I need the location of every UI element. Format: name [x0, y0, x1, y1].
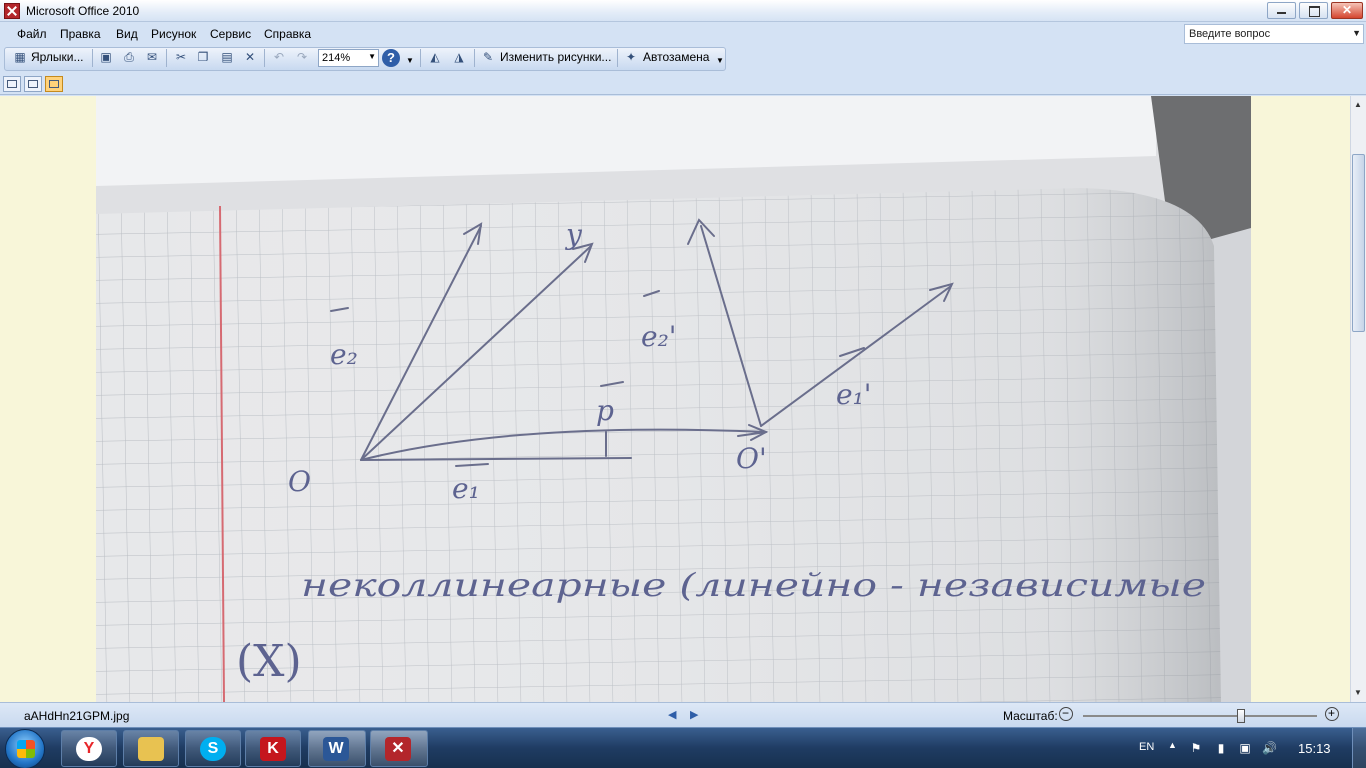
- photo-label-y: y: [564, 218, 583, 251]
- menu-edit[interactable]: Правка: [60, 27, 101, 41]
- next-picture-icon[interactable]: ▶: [690, 708, 698, 721]
- redo-icon[interactable]: ↷: [294, 50, 310, 66]
- taskbar-yandex-browser[interactable]: Y: [61, 730, 117, 767]
- show-hidden-icons-icon[interactable]: ▲: [1168, 740, 1177, 750]
- file-name: aAHdHn21GPM.jpg: [24, 709, 130, 723]
- rotate-left-icon[interactable]: ◭: [427, 50, 443, 66]
- menu-help[interactable]: Справка: [264, 27, 311, 41]
- taskbar-picture-manager[interactable]: ✕: [370, 730, 428, 767]
- office-app-icon[interactable]: [4, 3, 20, 19]
- zoom-out-icon[interactable]: [1059, 706, 1073, 721]
- scroll-down-icon[interactable]: ▼: [1354, 688, 1362, 697]
- zoom-slider-thumb[interactable]: [1237, 709, 1245, 723]
- menu-tools[interactable]: Сервис: [210, 27, 251, 41]
- windows-logo-icon: [17, 740, 35, 758]
- menu-picture[interactable]: Рисунок: [151, 27, 196, 41]
- taskbar-explorer[interactable]: [123, 730, 179, 767]
- toolbar-separator: [617, 49, 618, 67]
- help-icon[interactable]: ?: [382, 49, 400, 67]
- volume-icon[interactable]: 🔊: [1262, 741, 1277, 755]
- edit-pictures-button[interactable]: Изменить рисунки...: [500, 50, 611, 66]
- cut-icon[interactable]: ✂: [173, 50, 189, 66]
- paste-icon[interactable]: ▤: [219, 50, 235, 66]
- filmstrip-view-icon[interactable]: [24, 76, 42, 92]
- previous-picture-icon[interactable]: ◀: [668, 708, 676, 721]
- chevron-down-icon[interactable]: ▼: [1352, 28, 1361, 38]
- picture-viewer: y e₂ e₂' e₁ e₁' p O O' неколлинеарные (л…: [0, 96, 1350, 702]
- single-picture-view-icon[interactable]: [45, 76, 63, 92]
- menu-bar: Файл Правка Вид Рисунок Сервис Справка В…: [0, 22, 1366, 46]
- photo-label-p: p: [596, 394, 614, 427]
- save-icon[interactable]: ▣: [98, 50, 114, 66]
- photo-label-e1: e₁: [452, 472, 480, 505]
- yandex-icon: Y: [76, 737, 102, 761]
- toolbar-separator: [474, 49, 475, 67]
- start-button[interactable]: [5, 729, 45, 768]
- vertical-scrollbar[interactable]: ▲ ▼: [1350, 96, 1366, 702]
- clock[interactable]: 15:13: [1298, 741, 1331, 756]
- folder-icon: [138, 737, 164, 761]
- photo-handwritten-line: неколлинеарные (линейно - независимые: [301, 566, 1206, 604]
- shortcuts-button[interactable]: Ярлыки...: [31, 50, 84, 66]
- toolbar-separator: [420, 49, 421, 67]
- window-title: Microsoft Office 2010: [26, 4, 140, 18]
- minimize-button[interactable]: [1267, 2, 1296, 19]
- taskbar-kaspersky[interactable]: K: [245, 730, 301, 767]
- close-button[interactable]: [1331, 2, 1363, 19]
- network-icon[interactable]: ▣: [1238, 741, 1252, 755]
- help-search-placeholder: Введите вопрос: [1189, 28, 1271, 40]
- copy-icon[interactable]: ❐: [195, 50, 211, 66]
- notebook-photo: y e₂ e₂' e₁ e₁' p O O' неколлинеарные (л…: [96, 96, 1251, 702]
- help-search-input[interactable]: Введите вопрос ▼: [1184, 24, 1364, 44]
- language-indicator[interactable]: EN: [1139, 741, 1154, 753]
- photo-label-e1-prime: e₁': [836, 378, 872, 411]
- toolbar-options-icon[interactable]: ▼: [716, 56, 724, 72]
- autocorrect-button[interactable]: Автозамена: [643, 50, 709, 66]
- shortcuts-icon[interactable]: ▦: [12, 50, 28, 66]
- toolbar-separator: [166, 49, 167, 67]
- restore-button[interactable]: [1299, 2, 1328, 19]
- photo-label-e2-prime: e₂': [641, 320, 677, 353]
- toolbar-options-icon[interactable]: ▼: [406, 56, 414, 72]
- toolbar-separator: [92, 49, 93, 67]
- zoom-value: 214%: [322, 52, 351, 64]
- taskbar-word[interactable]: W: [308, 730, 366, 767]
- zoom-label: Масштаб:: [1003, 709, 1058, 723]
- status-bar: aAHdHn21GPM.jpg ◀ ▶ Масштаб:: [0, 702, 1366, 727]
- title-bar: Microsoft Office 2010: [0, 0, 1366, 22]
- standard-toolbar: ▦ Ярлыки... ▣ ⎙ ✉ ✂ ❐ ▤ ✕ ↶ ↷ 214% ▼ ? ▼…: [0, 46, 1366, 72]
- delete-icon[interactable]: ✕: [242, 50, 258, 66]
- taskbar-skype[interactable]: S: [185, 730, 241, 767]
- rotate-right-icon[interactable]: ◮: [451, 50, 467, 66]
- send-mail-icon[interactable]: ✉: [144, 50, 160, 66]
- picture-manager-icon: ✕: [385, 737, 411, 761]
- scrollbar-thumb[interactable]: [1352, 154, 1365, 332]
- view-mode-bar: [0, 73, 1366, 95]
- zoom-in-icon[interactable]: [1325, 706, 1339, 721]
- photo-label-e2: e₂: [330, 338, 358, 371]
- undo-icon[interactable]: ↶: [271, 50, 287, 66]
- menu-file[interactable]: Файл: [17, 27, 47, 41]
- print-icon[interactable]: ⎙: [121, 50, 137, 66]
- toolbar-separator: [264, 49, 265, 67]
- show-desktop-button[interactable]: [1352, 728, 1366, 768]
- photo-label-o: O: [288, 465, 311, 498]
- edit-pictures-icon[interactable]: ✎: [480, 50, 496, 66]
- photo-label-o-prime: O': [736, 442, 767, 475]
- word-icon: W: [323, 737, 349, 761]
- chevron-down-icon[interactable]: ▼: [368, 52, 376, 61]
- menu-view[interactable]: Вид: [116, 27, 138, 41]
- taskbar: Y S K W ✕ EN ▲ ⚑ ▮ ▣ 🔊 15:13: [0, 727, 1366, 768]
- skype-icon: S: [200, 737, 226, 761]
- action-center-flag-icon[interactable]: ⚑: [1189, 741, 1203, 755]
- zoom-combo[interactable]: 214% ▼: [318, 49, 379, 67]
- thumbnails-view-icon[interactable]: [3, 76, 21, 92]
- device-icon[interactable]: ▮: [1214, 741, 1228, 755]
- scroll-up-icon[interactable]: ▲: [1354, 100, 1362, 109]
- kaspersky-icon: K: [260, 737, 286, 761]
- photo-handwritten-bottom: (X): [236, 636, 302, 687]
- autocorrect-icon[interactable]: ✦: [623, 50, 639, 66]
- zoom-slider[interactable]: [1083, 709, 1317, 723]
